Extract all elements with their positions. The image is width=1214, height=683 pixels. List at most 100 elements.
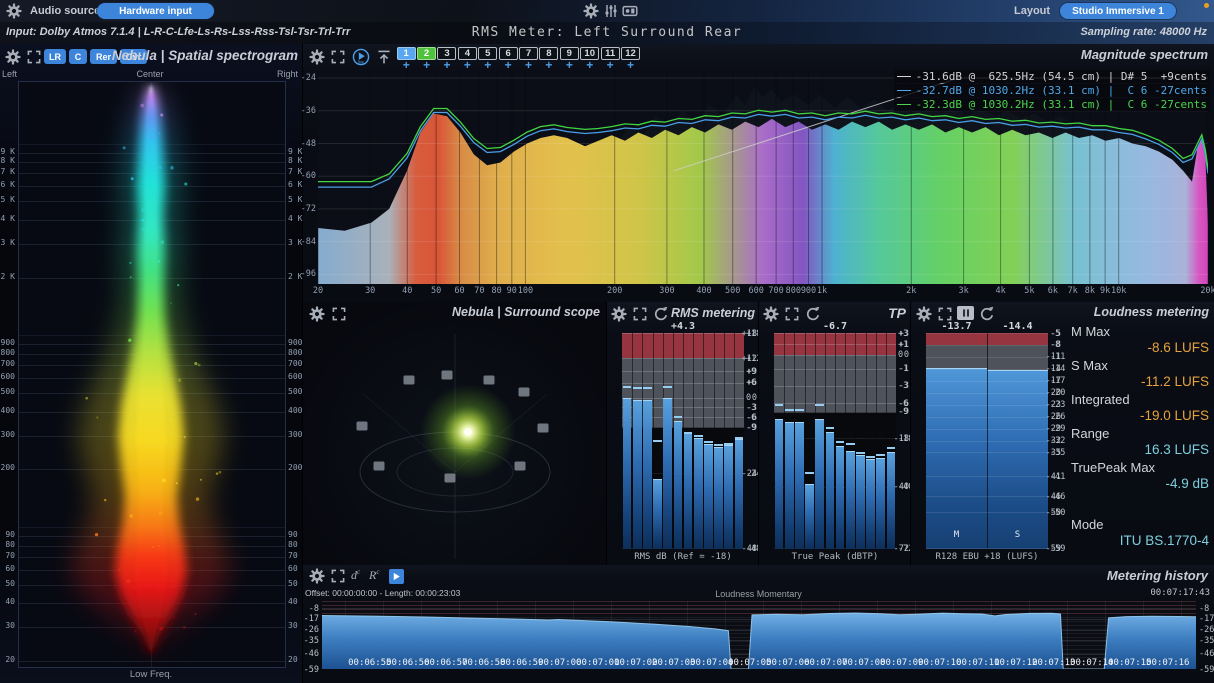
- channel-column: 7+: [518, 47, 538, 71]
- live-play-icon[interactable]: live: [352, 48, 370, 66]
- loudness-gear-icon[interactable]: [916, 306, 932, 322]
- loudness-scale-label: -14: [1050, 365, 1065, 373]
- tp-reset-icon[interactable]: [805, 306, 821, 322]
- loudness-reset-icon[interactable]: [979, 306, 995, 322]
- freq-tick-label: 80: [288, 541, 298, 549]
- meter-bar: [836, 446, 845, 549]
- meter-peak-mark: [674, 416, 683, 418]
- history-scale-label: -59: [304, 666, 319, 674]
- spectrogram-c-button[interactable]: C: [69, 49, 87, 64]
- meter-bar: [623, 398, 632, 549]
- tp-expand-icon[interactable]: [784, 306, 800, 322]
- loudness-tick-line: [926, 429, 1048, 430]
- db-tick-label: -60: [301, 172, 316, 180]
- channel-config-icon[interactable]: [603, 3, 619, 19]
- loudness-s-value: -14.4: [987, 321, 1048, 332]
- readout-text: -31.6dB @ 625.5Hz (54.5 cm) | D# 5 +9cen…: [916, 70, 1207, 83]
- loudness-tick-line: [926, 496, 1048, 497]
- readout-trace-dash: [897, 90, 911, 91]
- loudness-tick-line: [926, 417, 1048, 418]
- meter-scale-label: +9: [746, 368, 756, 376]
- peak-hold-icon[interactable]: [376, 49, 392, 65]
- meter-bar: [815, 419, 824, 549]
- dc-icon[interactable]: dc: [351, 568, 360, 583]
- channel-column: 3+: [437, 47, 457, 71]
- scope-expand-icon[interactable]: [331, 306, 347, 322]
- loudness-scale-label: -29: [1050, 425, 1065, 433]
- app-window: Audio source Hardware input Input: Dolby…: [0, 0, 1214, 683]
- tp-title: TP: [888, 305, 906, 321]
- scope-gear-icon[interactable]: [309, 306, 325, 322]
- meter-plot: [622, 333, 744, 548]
- settings-gear-icon[interactable]: [583, 3, 599, 19]
- loudness-readout: ModeITU BS.1770-4: [1071, 517, 1211, 549]
- loudness-bar-label: S: [987, 530, 1048, 540]
- rms-expand-icon[interactable]: [632, 306, 648, 322]
- play-icon: [391, 571, 402, 582]
- meter-bar: [775, 419, 784, 549]
- history-gear-icon[interactable]: [309, 568, 325, 584]
- loudness-tick-line: [926, 393, 1048, 394]
- history-play-button[interactable]: [389, 569, 404, 584]
- history-plot[interactable]: 00:06:5500:06:5600:06:5700:06:5800:06:59…: [322, 601, 1196, 669]
- spectrogram-expand-icon[interactable]: [26, 49, 42, 65]
- magnitude-expand-icon[interactable]: [330, 49, 346, 65]
- loudness-meter: MS-5-5-8-8-11-11-14-14-17-17-20-20-23-23…: [911, 333, 1063, 548]
- layout-label: Layout: [1014, 5, 1050, 17]
- loudness-title: Loudness metering: [1094, 305, 1209, 319]
- meter-scale-label: -9: [746, 424, 756, 432]
- spectrogram-lr-button[interactable]: LR: [44, 49, 66, 64]
- magnitude-gear-icon[interactable]: [309, 49, 325, 65]
- loudness-pause-button[interactable]: [957, 306, 974, 320]
- freq-tick-label: 8 K: [288, 157, 302, 165]
- meter-bar: [684, 432, 693, 549]
- meter-peak-mark: [663, 386, 672, 388]
- channel-column: 5+: [478, 47, 498, 71]
- readout-trace-dash: [897, 76, 911, 77]
- freq-tick-label: 6 K: [288, 181, 302, 189]
- loudness-tick-line: [926, 381, 1048, 382]
- loudness-tick-line: [926, 369, 1048, 370]
- freq-tick-label: 3 K: [1, 239, 15, 247]
- rms-meter: +18+18+12+12+9+9+6+600-3-3-6-6-9-9-24-24…: [607, 333, 759, 548]
- freq-tick-label: 90: [288, 531, 298, 539]
- freq-tick-label: 300: [1, 431, 15, 439]
- history-scale-label: -17: [304, 615, 319, 623]
- rms-max-value: +4.3: [607, 321, 759, 332]
- rms-metering-panel: RMS metering +4.3 +18+18+12+12+9+9+6+600…: [606, 302, 759, 566]
- tp-gear-icon[interactable]: [763, 306, 779, 322]
- magnitude-y-labels: -24-36-48-60-72-84-96: [303, 70, 317, 284]
- loudness-readout: M Max-8.6 LUFS: [1071, 324, 1211, 356]
- io-routing-icon[interactable]: [622, 3, 638, 19]
- loudness-scale-label: -26: [1050, 413, 1065, 421]
- hardware-input-button[interactable]: Hardware input: [97, 3, 214, 19]
- freq-tick-label: 200: [1, 464, 15, 472]
- cursor-readout-row: -31.6dB @ 625.5Hz (54.5 cm) | D# 5 +9cen…: [894, 70, 1210, 83]
- meter-peak-mark: [815, 404, 824, 406]
- freq-tick-label: 2 K: [1, 273, 15, 281]
- tp-max-value: -6.7: [759, 321, 911, 332]
- meter-peak-mark: [795, 409, 804, 411]
- alert-dot: [1204, 3, 1209, 8]
- audio-source-gear-icon[interactable]: [6, 3, 22, 19]
- freq-axis-label: 600: [746, 287, 766, 295]
- meter-scale-label: -9: [898, 408, 908, 416]
- freq-tick-label: 900: [288, 339, 302, 347]
- loudness-scale-label: -17: [1050, 377, 1065, 385]
- meter-peak-mark: [684, 432, 693, 434]
- spectrogram-gear-icon[interactable]: [5, 49, 21, 65]
- rms-gear-icon[interactable]: [611, 306, 627, 322]
- spectrogram-plot[interactable]: [18, 81, 286, 668]
- rc-icon[interactable]: Rc: [369, 568, 379, 583]
- freq-tick-label: 6 K: [1, 181, 15, 189]
- history-expand-icon[interactable]: [330, 568, 346, 584]
- magnitude-spectrum-panel: live 1+2+3+4+5+6+7+8+9+10+11+12+ Magnitu…: [303, 44, 1214, 303]
- meter-peak-mark: [866, 456, 875, 458]
- loudness-scale-label: -35: [1050, 449, 1065, 457]
- tp-meter: +3+3+1+100-1-1-3-3-6-6-9-9-18-18-40-40-7…: [759, 333, 911, 548]
- meter-scale-label: 0: [904, 351, 909, 359]
- meter-bar: [714, 447, 723, 549]
- rms-reset-icon[interactable]: [653, 306, 669, 322]
- loudness-expand-icon[interactable]: [937, 306, 953, 322]
- layout-select-button[interactable]: Studio Immersive 1: [1060, 3, 1176, 19]
